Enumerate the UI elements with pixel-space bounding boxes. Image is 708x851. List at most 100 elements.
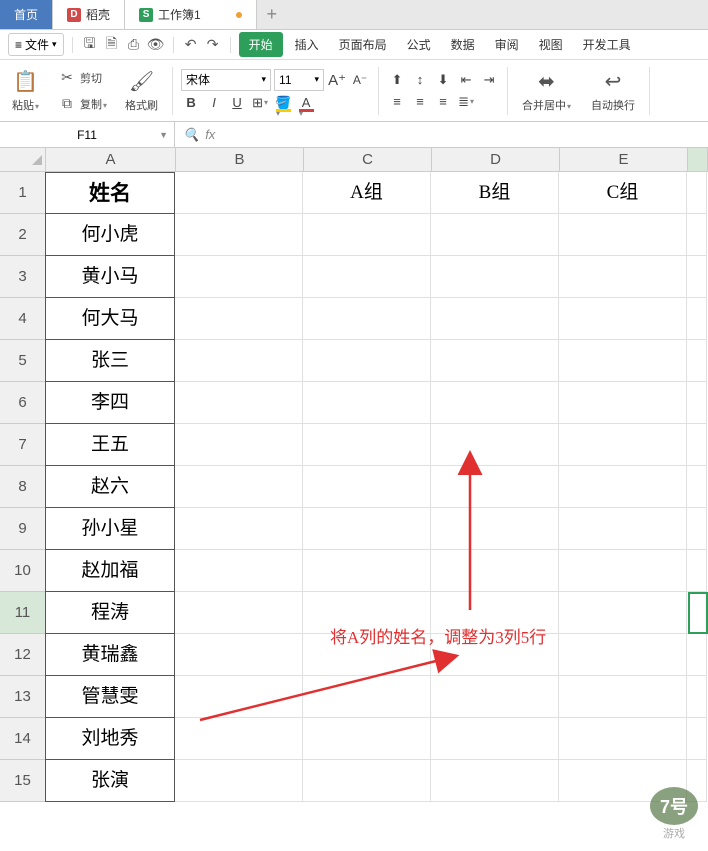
cell[interactable]: 张演 <box>45 760 175 802</box>
cell[interactable] <box>175 676 303 718</box>
cell[interactable] <box>559 424 687 466</box>
cell[interactable] <box>559 634 687 676</box>
cell[interactable] <box>303 340 431 382</box>
align-center-button[interactable]: ≡ <box>410 92 430 112</box>
align-top-button[interactable]: ⬆ <box>387 70 407 90</box>
cell[interactable]: 管慧雯 <box>45 676 175 718</box>
cell[interactable] <box>431 718 559 760</box>
cell[interactable] <box>687 466 707 508</box>
tab-workbook[interactable]: S 工作簿1 <box>125 0 257 29</box>
menu-review[interactable]: 审阅 <box>487 32 527 57</box>
cell[interactable] <box>431 508 559 550</box>
cell[interactable] <box>431 676 559 718</box>
cell[interactable]: 黄小马 <box>45 256 175 298</box>
cell[interactable]: 程涛 <box>45 592 175 634</box>
cell[interactable]: 李四 <box>45 382 175 424</box>
cell[interactable] <box>687 214 707 256</box>
fill-color-button[interactable]: 🪣 <box>273 93 293 113</box>
cell[interactable] <box>687 340 707 382</box>
cell[interactable] <box>687 172 707 214</box>
bold-button[interactable]: B <box>181 93 201 113</box>
font-size-select[interactable]: 11▾ <box>274 69 324 91</box>
cell[interactable] <box>559 508 687 550</box>
menu-layout[interactable]: 页面布局 <box>331 32 395 57</box>
row-header[interactable]: 1 <box>0 172 46 214</box>
increase-font-button[interactable]: A⁺ <box>327 70 347 90</box>
cell[interactable] <box>687 634 707 676</box>
cell[interactable] <box>175 214 303 256</box>
new-tab-button[interactable]: + <box>257 0 287 29</box>
cell[interactable] <box>559 340 687 382</box>
border-button[interactable]: ⊞ <box>250 93 270 113</box>
cell[interactable] <box>303 466 431 508</box>
cell[interactable] <box>175 256 303 298</box>
font-name-select[interactable]: 宋体▾ <box>181 69 271 91</box>
cell[interactable]: 张三 <box>45 340 175 382</box>
row-header[interactable]: 11 <box>0 592 46 634</box>
print-icon[interactable]: ⎙ <box>125 36 143 54</box>
align-bottom-button[interactable]: ⬇ <box>433 70 453 90</box>
cell[interactable] <box>175 340 303 382</box>
cell[interactable] <box>303 256 431 298</box>
copy-button[interactable]: ⧉复制 <box>53 92 111 116</box>
column-header-B[interactable]: B <box>176 148 304 172</box>
cell[interactable]: 赵六 <box>45 466 175 508</box>
cell[interactable]: 孙小星 <box>45 508 175 550</box>
tab-daoke[interactable]: D 稻壳 <box>53 0 125 29</box>
menu-insert[interactable]: 插入 <box>287 32 327 57</box>
decrease-font-button[interactable]: A⁻ <box>350 70 370 90</box>
cell[interactable] <box>559 466 687 508</box>
column-header-D[interactable]: D <box>432 148 560 172</box>
menu-data[interactable]: 数据 <box>443 32 483 57</box>
row-header[interactable]: 13 <box>0 676 46 718</box>
cut-button[interactable]: ✂剪切 <box>53 66 111 90</box>
file-menu-button[interactable]: ≡ 文件 ▾ <box>8 33 64 56</box>
column-header-F[interactable] <box>688 148 708 172</box>
cell[interactable] <box>687 592 707 634</box>
cell[interactable]: 姓名 <box>45 172 175 214</box>
row-header[interactable]: 6 <box>0 382 46 424</box>
italic-button[interactable]: I <box>204 93 224 113</box>
row-header[interactable]: 14 <box>0 718 46 760</box>
menu-dev[interactable]: 开发工具 <box>575 32 639 57</box>
menu-formula[interactable]: 公式 <box>399 32 439 57</box>
row-header[interactable]: 2 <box>0 214 46 256</box>
cell[interactable] <box>559 676 687 718</box>
save-as-icon[interactable]: 🗎 <box>103 36 121 54</box>
cell[interactable] <box>431 466 559 508</box>
cell[interactable] <box>175 508 303 550</box>
cell[interactable]: 何大马 <box>45 298 175 340</box>
cell[interactable] <box>175 466 303 508</box>
cell[interactable] <box>303 676 431 718</box>
align-left-button[interactable]: ≡ <box>387 92 407 112</box>
save-icon[interactable]: 🖫 <box>81 36 99 54</box>
cell[interactable] <box>559 298 687 340</box>
cell[interactable] <box>431 550 559 592</box>
cell[interactable]: B组 <box>431 172 559 214</box>
cell[interactable] <box>303 382 431 424</box>
cell[interactable] <box>303 214 431 256</box>
cell[interactable] <box>175 424 303 466</box>
cell[interactable]: 黄瑞鑫 <box>45 634 175 676</box>
row-header[interactable]: 5 <box>0 340 46 382</box>
cell[interactable] <box>431 256 559 298</box>
underline-button[interactable]: U <box>227 93 247 113</box>
cell[interactable] <box>175 718 303 760</box>
cell[interactable] <box>559 256 687 298</box>
cell[interactable]: C组 <box>559 172 687 214</box>
cell[interactable] <box>175 172 303 214</box>
row-header[interactable]: 4 <box>0 298 46 340</box>
cell[interactable] <box>175 760 303 802</box>
name-box[interactable]: F11 ▼ <box>0 122 175 147</box>
cell[interactable] <box>175 382 303 424</box>
cell[interactable] <box>687 424 707 466</box>
cell[interactable] <box>431 760 559 802</box>
cell[interactable] <box>687 550 707 592</box>
column-header-E[interactable]: E <box>560 148 688 172</box>
row-header[interactable]: 9 <box>0 508 46 550</box>
row-header[interactable]: 3 <box>0 256 46 298</box>
cell[interactable] <box>559 550 687 592</box>
decrease-indent-button[interactable]: ⇤ <box>456 70 476 90</box>
cell[interactable] <box>303 424 431 466</box>
cell[interactable]: 刘地秀 <box>45 718 175 760</box>
